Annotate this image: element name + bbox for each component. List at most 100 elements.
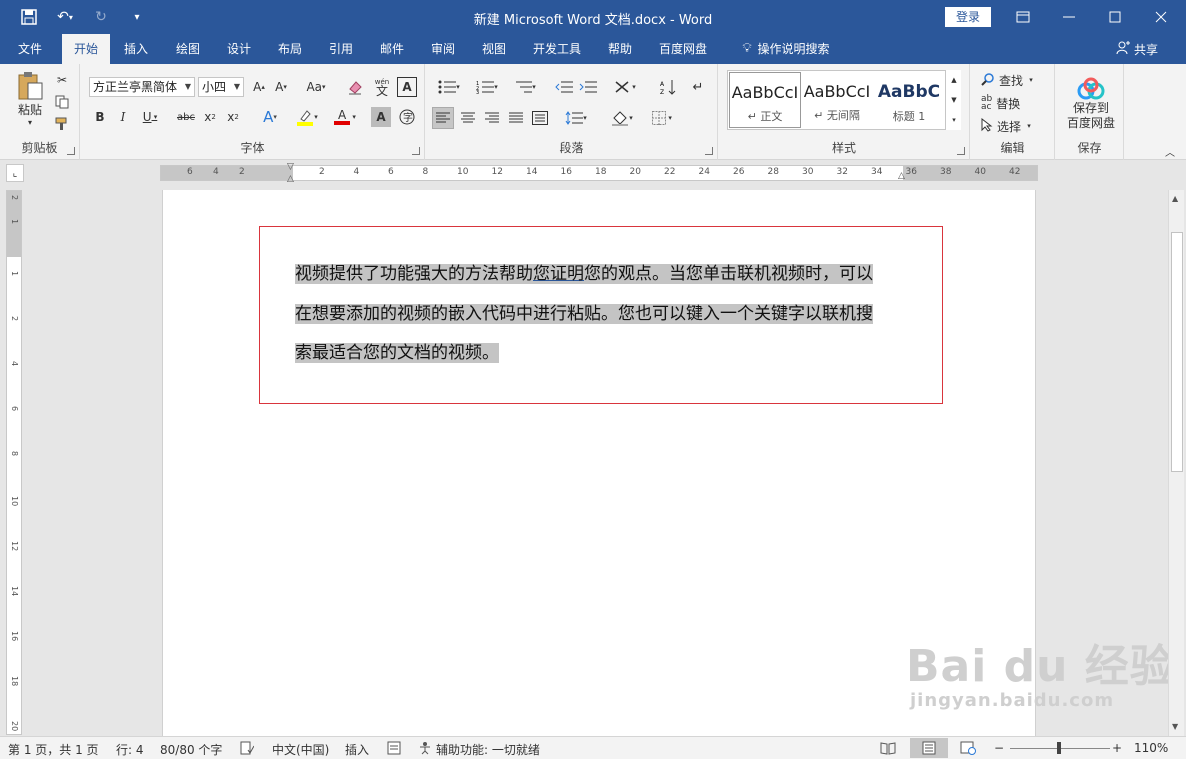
paste-button[interactable]: 粘贴 ▾ [10,70,50,128]
line-spacing-icon[interactable]: ▾ [560,107,592,129]
text-effects-icon[interactable]: A ▾ [255,107,285,127]
grow-font-icon[interactable]: A ▴ [249,77,269,97]
styles-dialog-launcher[interactable] [957,147,965,155]
enclose-characters-icon[interactable]: 字 [397,107,417,127]
tab-review[interactable]: 审阅 [423,34,463,64]
tab-home[interactable]: 开始 [62,34,110,64]
cut-icon[interactable]: ✂ [52,70,72,90]
increase-indent-icon[interactable] [578,77,598,97]
customize-toolbar-icon[interactable]: ▾ [126,6,148,28]
tab-help[interactable]: 帮助 [600,34,640,64]
align-left-icon[interactable] [432,107,454,129]
copy-icon[interactable] [52,92,72,112]
collapse-ribbon-icon[interactable]: ︿ [1162,144,1178,159]
tab-view[interactable]: 视图 [474,34,514,64]
horizontal-ruler[interactable]: 6 4 2 2 4 6 8 10 12 14 16 18 20 22 24 26 28 30 32 34 36 38 40 4… [160,162,1038,184]
character-border-icon[interactable]: A [397,77,417,97]
save-to-baidu-netdisk-button[interactable]: 保存到 百度网盘 [1060,72,1122,136]
borders-icon[interactable]: ▾ [646,107,678,129]
styles-scroll-up-icon[interactable]: ▲ [948,72,960,88]
read-mode-icon[interactable] [880,741,896,758]
insert-mode[interactable]: 插入 [345,741,369,758]
strikethrough-icon[interactable]: abc [175,107,197,127]
zoom-slider[interactable] [1010,742,1110,754]
italic-icon[interactable]: I [114,107,132,127]
proofing-icon[interactable] [240,741,255,758]
styles-more-icon[interactable]: ▾ [948,112,960,128]
print-layout-icon[interactable] [910,738,948,758]
zoom-slider-knob[interactable] [1057,742,1061,754]
vertical-ruler[interactable]: 2 1 1 2 4 6 8 10 12 14 16 18 20 [6,190,22,735]
word-count[interactable]: 80/80 个字 [160,741,222,758]
underline-icon[interactable]: U ▾ [137,107,163,127]
align-center-icon[interactable] [457,107,479,129]
phonetic-guide-icon[interactable]: wén 文 [371,76,393,98]
save-icon[interactable] [18,6,40,28]
decrease-indent-icon[interactable] [554,77,574,97]
clipboard-dialog-launcher[interactable] [67,147,75,155]
document-paragraph[interactable]: 视频提供了功能强大的方法帮助您证明您的观点。当您单击联机视频时，可以 在想要添加… [295,255,899,374]
tab-layout[interactable]: 布局 [270,34,310,64]
tab-references[interactable]: 引用 [321,34,361,64]
vertical-scrollbar[interactable]: ▲ ▼ [1168,190,1184,736]
scroll-up-icon[interactable]: ▲ [1172,194,1178,203]
multilevel-list-icon[interactable]: ▾ [510,77,540,97]
tell-me-search[interactable]: 💡︎ 操作说明搜索 [734,34,838,64]
accessibility-status[interactable]: 辅助功能: 一切就绪 [418,741,540,758]
zoom-level[interactable]: 110% [1134,741,1168,755]
ribbon-display-options-icon[interactable] [1000,0,1046,34]
tab-selector-icon[interactable]: ⌞ [6,164,24,182]
find-button[interactable]: 查找 ▾ [981,70,1051,90]
scroll-thumb[interactable] [1171,232,1183,472]
zoom-in-icon[interactable]: + [1112,741,1122,755]
character-shading-icon[interactable]: A [371,107,391,127]
align-right-icon[interactable] [481,107,503,129]
text-box[interactable]: 视频提供了功能强大的方法帮助您证明您的观点。当您单击联机视频时，可以 在想要添加… [259,226,943,404]
line-number[interactable]: 行: 4 [116,741,144,758]
tab-design[interactable]: 设计 [219,34,259,64]
sort-icon[interactable]: AZ [658,77,678,97]
shrink-font-icon[interactable]: A ▾ [271,77,291,97]
tab-file[interactable]: 文件 [8,34,52,64]
subscript-icon[interactable]: x2 [201,107,219,127]
change-case-icon[interactable]: Aa ▾ [301,77,331,97]
tab-developer[interactable]: 开发工具 [526,34,588,64]
hanging-indent-marker[interactable]: △ [287,174,294,184]
maximize-icon[interactable] [1092,0,1138,34]
justify-icon[interactable] [505,107,527,129]
font-name-select[interactable]: 方正兰亭黑简体 ▼ [89,77,195,97]
style-heading-1[interactable]: AaBbC 标题 1 [873,72,945,128]
document-page[interactable]: 视频提供了功能强大的方法帮助您证明您的观点。当您单击联机视频时，可以 在想要添加… [162,190,1036,736]
select-button[interactable]: 选择 ▾ [981,116,1051,136]
minimize-icon[interactable] [1046,0,1092,34]
tab-draw[interactable]: 绘图 [168,34,208,64]
bullets-icon[interactable]: ▾ [434,77,464,97]
style-normal[interactable]: AaBbCcI ↵ 正文 [729,72,801,128]
bold-icon[interactable]: B [91,107,109,127]
highlight-color-icon[interactable]: ▾ [291,107,323,127]
redo-icon[interactable]: ↻ [90,6,112,28]
tab-mailings[interactable]: 邮件 [372,34,412,64]
share-button[interactable]: 共享 [1116,41,1158,58]
shading-icon[interactable]: ▾ [606,107,638,129]
show-formatting-marks-icon[interactable]: ↵ [688,77,708,97]
replace-button[interactable]: ab ac 替换 [981,93,1051,113]
font-color-icon[interactable]: A ▾ [329,107,361,127]
tab-baidu-netdisk[interactable]: 百度网盘 [652,34,714,64]
web-layout-icon[interactable] [960,741,976,758]
first-line-indent-marker[interactable]: ▽ [287,162,294,172]
style-no-spacing[interactable]: AaBbCcI ↵ 无间隔 [801,72,873,128]
tab-insert[interactable]: 插入 [116,34,156,64]
format-painter-icon[interactable] [52,114,72,134]
macro-recording-icon[interactable] [387,741,401,758]
distributed-icon[interactable] [529,107,551,129]
language[interactable]: 中文(中国) [272,741,329,758]
undo-icon[interactable]: ↶ ▾ [54,6,76,28]
page-count[interactable]: 第 1 页，共 1 页 [8,741,99,758]
scroll-down-icon[interactable]: ▼ [1172,722,1178,731]
styles-scroll-down-icon[interactable]: ▼ [948,92,960,108]
login-button[interactable]: 登录 [945,7,991,27]
font-dialog-launcher[interactable] [412,147,420,155]
paragraph-dialog-launcher[interactable] [705,147,713,155]
font-size-select[interactable]: 小四 ▼ [198,77,244,97]
